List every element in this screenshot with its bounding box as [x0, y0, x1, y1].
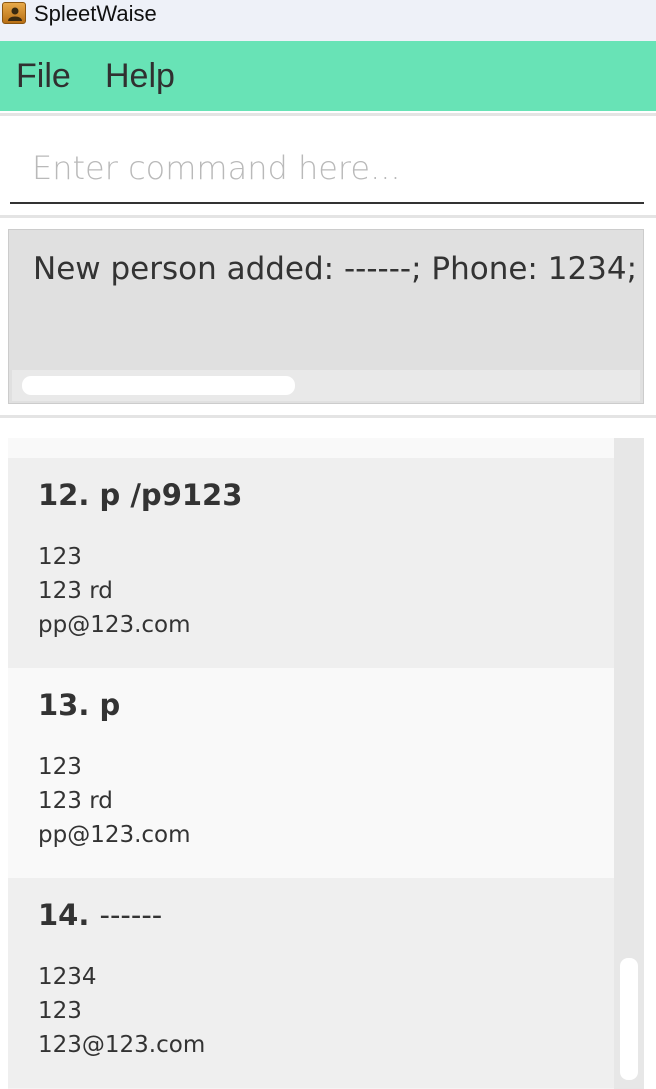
- divider: [0, 415, 656, 418]
- title-bar: SpleetWaise: [0, 0, 656, 41]
- person-phone: 123: [38, 754, 82, 780]
- list-item-partial[interactable]: [8, 438, 614, 458]
- divider: [0, 215, 656, 218]
- person-index: 13.: [38, 688, 90, 722]
- result-message: New person added: ------; Phone: 1234; E: [33, 251, 644, 287]
- vertical-scrollbar[interactable]: [614, 438, 644, 1089]
- window-title: SpleetWaise: [34, 1, 157, 26]
- contact-card-icon: [2, 2, 26, 24]
- person-title: 12. p /p9123: [38, 477, 242, 513]
- person-email: 123@123.com: [38, 1032, 206, 1058]
- menu-help[interactable]: Help: [105, 56, 175, 96]
- person-index: 14.: [38, 898, 90, 932]
- person-email: pp@123.com: [38, 822, 191, 848]
- person-name: p: [99, 688, 121, 722]
- scrollbar-thumb[interactable]: [22, 376, 295, 395]
- person-card[interactable]: 13. p 123 123 rd pp@123.com: [8, 668, 614, 878]
- person-address: 123 rd: [38, 578, 113, 604]
- person-title: 13. p: [38, 687, 120, 723]
- scrollbar-thumb[interactable]: [620, 958, 638, 1080]
- person-card[interactable]: 14. ------ 1234 123 123@123.com: [8, 878, 614, 1088]
- menu-file[interactable]: File: [16, 56, 71, 96]
- person-phone: 1234: [38, 964, 97, 990]
- person-list: 12. p /p9123 123 123 rd pp@123.com 13. p…: [8, 438, 644, 1089]
- person-email: pp@123.com: [38, 612, 191, 638]
- result-display: New person added: ------; Phone: 1234; E: [8, 229, 644, 404]
- menu-bar: File Help: [0, 41, 656, 111]
- person-title: 14. ------: [38, 897, 162, 933]
- horizontal-scrollbar[interactable]: [12, 370, 640, 401]
- person-address: 123: [38, 998, 82, 1024]
- person-name: p /p9123: [99, 478, 243, 512]
- person-index: 12.: [38, 478, 90, 512]
- command-input[interactable]: [10, 134, 644, 204]
- person-name: ------: [99, 898, 163, 932]
- person-card[interactable]: 12. p /p9123 123 123 rd pp@123.com: [8, 458, 614, 668]
- person-phone: 123: [38, 544, 82, 570]
- divider: [0, 113, 656, 116]
- person-address: 123 rd: [38, 788, 113, 814]
